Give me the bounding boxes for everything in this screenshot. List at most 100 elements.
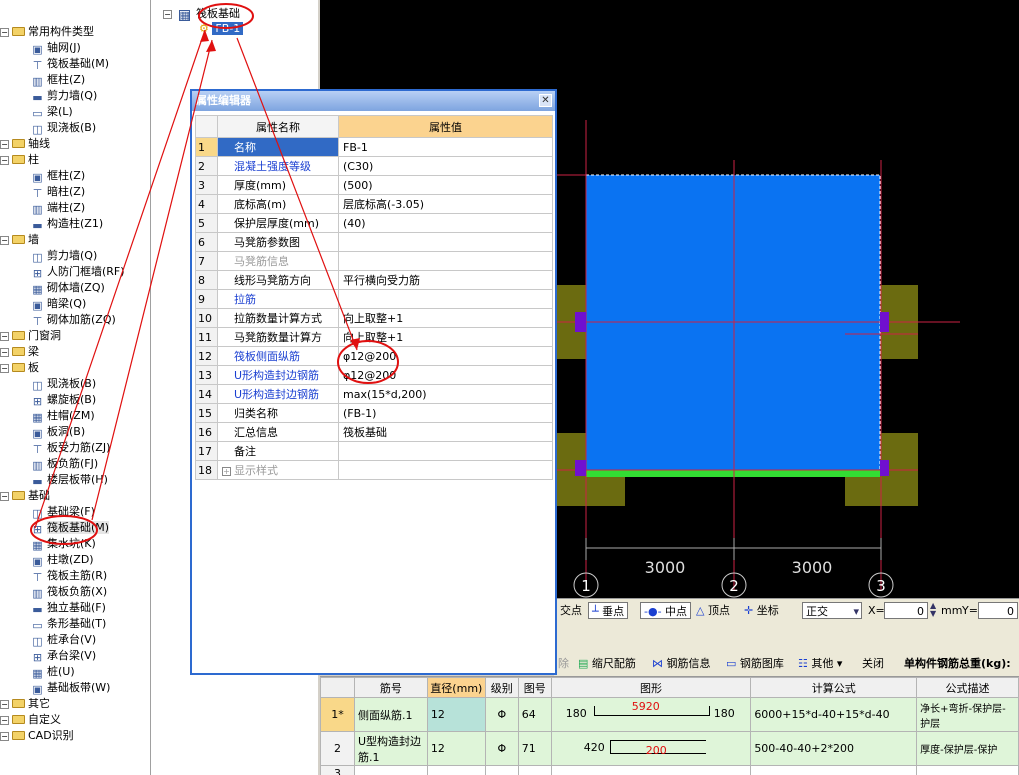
tree-group[interactable]: − 常用构件类型 <box>0 24 94 40</box>
tree-item[interactable]: ▬ 构造柱(Z1) <box>31 216 103 232</box>
property-value[interactable]: φ12@200 <box>338 346 553 366</box>
property-row[interactable]: 8 线形马凳筋方向 平行横向受力筋 <box>195 270 553 290</box>
x-input[interactable]: 0 <box>884 602 928 619</box>
dialog-title-bar[interactable]: 属性编辑器 <box>192 91 555 111</box>
x-spinner-icon[interactable]: ▲ ▼ <box>930 602 936 619</box>
expand-icon[interactable]: + <box>222 467 231 476</box>
cell-dia[interactable]: 12 <box>426 731 486 766</box>
rebar-info-button[interactable]: ⋈ 钢筋信息 <box>652 655 711 673</box>
component-type-tree[interactable]: − 常用构件类型 ▣ 轴网(J) ⊤ 筏板基础(M) ▥ 框柱(Z) ▬ 剪力墙(Q) ▭ 梁(L) ◫… <box>0 0 150 775</box>
tree-item[interactable]: ⊞ 承台梁(V) <box>31 648 96 664</box>
property-value[interactable]: 向上取整+1 <box>338 308 553 328</box>
tree-item[interactable]: ◫ 现浇板(B) <box>31 376 96 392</box>
property-row[interactable]: 15 归类名称 (FB-1) <box>195 403 553 423</box>
tree-item[interactable]: ⊤ 板受力筋(ZJ) <box>31 440 111 456</box>
cell-grade[interactable] <box>484 765 519 775</box>
table-row[interactable]: 3 <box>320 765 1019 775</box>
tree-item[interactable]: ◫ 基础梁(F) <box>31 504 95 520</box>
cell-formula[interactable] <box>750 765 918 775</box>
property-row[interactable]: 10 拉筋数量计算方式 向上取整+1 <box>195 308 553 328</box>
property-row[interactable]: 2 混凝土强度等级 (C30) <box>195 156 553 176</box>
column-header[interactable] <box>320 677 355 698</box>
property-row[interactable]: 11 马凳筋数量计算方 向上取整+1 <box>195 327 553 347</box>
tree-group[interactable]: − 墙 <box>0 232 39 248</box>
tree-item[interactable]: ▬ 剪力墙(Q) <box>31 88 97 104</box>
tree-group[interactable]: − 自定义 <box>0 712 61 728</box>
close-icon[interactable]: ✕ <box>539 94 552 107</box>
tree-item[interactable]: ▣ 框柱(Z) <box>31 168 85 184</box>
cell-desc[interactable] <box>916 765 1019 775</box>
tree-item[interactable]: ▦ 集水坑(K) <box>31 536 96 552</box>
tree-item[interactable]: ▣ 轴网(J) <box>31 40 81 56</box>
close-button[interactable]: 关闭 <box>862 655 884 673</box>
tree-item[interactable]: ▣ 柱墩(ZD) <box>31 552 93 568</box>
cell-idx[interactable]: 2 <box>320 731 355 766</box>
property-row[interactable]: 3 厚度(mm) (500) <box>195 175 553 195</box>
tree-root-raft[interactable]: − ▦ 筏板基础 <box>163 5 240 21</box>
cell-name[interactable]: 侧面纵筋.1 <box>353 697 428 732</box>
property-editor-dialog[interactable]: 属性编辑器 ✕ 属性名称 属性值 1 名称 FB-1 2 混凝土强度等级 (C30) 3 厚度… <box>190 89 557 675</box>
cell-fig[interactable]: 71 <box>517 731 552 766</box>
cell-formula[interactable]: 500-40-40+2*200 <box>750 731 918 766</box>
cell-shape[interactable]: 180 5920 180 <box>550 697 752 732</box>
cell-idx[interactable]: 1* <box>320 697 355 732</box>
snap-intersection[interactable]: 交点 <box>560 602 582 619</box>
property-value[interactable]: (500) <box>338 175 553 195</box>
tree-item[interactable]: ▥ 板负筋(FJ) <box>31 456 98 472</box>
column-header[interactable]: 筋号 <box>353 677 428 698</box>
property-row[interactable]: 6 马凳筋参数图 <box>195 232 553 252</box>
property-value[interactable] <box>338 289 553 309</box>
column-header[interactable]: 图号 <box>517 677 552 698</box>
tree-item[interactable]: ⊤ 砌体加筋(ZQ) <box>31 312 116 328</box>
collapse-icon[interactable]: − <box>0 348 9 357</box>
tree-item[interactable]: ⊞ 螺旋板(B) <box>31 392 96 408</box>
property-value[interactable] <box>338 441 553 461</box>
cell-grade[interactable]: Φ <box>484 697 519 732</box>
tree-item[interactable]: ▦ 砌体墙(ZQ) <box>31 280 104 296</box>
table-row[interactable]: 1* 侧面纵筋.1 12 Φ 64 180 5920 180 6000+15*d-40+15*d… <box>320 697 1019 732</box>
collapse-icon[interactable]: − <box>0 28 9 37</box>
cell-dia[interactable]: 12 <box>426 697 486 732</box>
collapse-icon[interactable]: − <box>0 700 9 709</box>
property-value[interactable]: (40) <box>338 213 553 233</box>
collapse-icon[interactable]: − <box>0 236 9 245</box>
tree-group[interactable]: − 基础 <box>0 488 50 504</box>
collapse-icon[interactable]: − <box>0 156 9 165</box>
cell-name[interactable] <box>353 765 428 775</box>
tree-group[interactable]: − 其它 <box>0 696 50 712</box>
column-header[interactable]: 计算公式 <box>750 677 918 698</box>
table-row[interactable]: 2 U型构造封边筋.1 12 Φ 71 420 200 500-40-40+2*200 厚度-保… <box>320 731 1019 766</box>
tree-item[interactable]: ▣ 板洞(B) <box>31 424 85 440</box>
rebar-library-button[interactable]: ▭ 钢筋图库 <box>726 655 784 673</box>
cell-idx[interactable]: 3 <box>320 765 355 775</box>
snap-midpoint[interactable]: -●- 中点 <box>640 602 692 619</box>
property-value[interactable]: 筏板基础 <box>338 422 553 442</box>
tree-item[interactable]: ⊤ 筏板基础(M) <box>31 56 109 72</box>
property-value[interactable]: 平行横向受力筋 <box>338 270 553 290</box>
property-value[interactable] <box>338 232 553 252</box>
tree-item[interactable]: ▣ 基础板带(W) <box>31 680 110 696</box>
property-value[interactable] <box>338 460 553 480</box>
ortho-mode-select[interactable]: 正交 ▾ <box>802 602 862 619</box>
column-header[interactable]: 公式描述 <box>916 677 1019 698</box>
tree-group[interactable]: − 轴线 <box>0 136 50 152</box>
property-row[interactable]: 12 筏板侧面纵筋 φ12@200 <box>195 346 553 366</box>
property-row[interactable]: 7 马凳筋信息 <box>195 251 553 271</box>
tree-item[interactable]: ▭ 梁(L) <box>31 104 72 120</box>
property-row[interactable]: 13 U形构造封边钢筋 φ12@200 <box>195 365 553 385</box>
snap-coordinate[interactable]: ✛ 坐标 <box>744 602 779 619</box>
tree-item[interactable]: ⊞ 筏板基础(M) <box>31 520 110 536</box>
tree-item[interactable]: ▥ 框柱(Z) <box>31 72 85 88</box>
tree-group[interactable]: − 板 <box>0 360 39 376</box>
tree-item[interactable]: ▭ 条形基础(T) <box>31 616 106 632</box>
y-input[interactable]: 0 <box>978 602 1018 619</box>
property-row[interactable]: 14 U形构造封边钢筋 max(15*d,200) <box>195 384 553 404</box>
snap-perpendicular[interactable]: ┴ 垂点 <box>588 602 629 619</box>
column-header[interactable]: 级别 <box>484 677 519 698</box>
snap-vertex[interactable]: △ 顶点 <box>696 602 730 619</box>
cell-name[interactable]: U型构造封边筋.1 <box>353 731 428 766</box>
tree-group[interactable]: − 门窗洞 <box>0 328 61 344</box>
collapse-icon[interactable]: − <box>163 10 172 19</box>
property-value[interactable]: (C30) <box>338 156 553 176</box>
tree-item[interactable]: ⊤ 暗柱(Z) <box>31 184 85 200</box>
